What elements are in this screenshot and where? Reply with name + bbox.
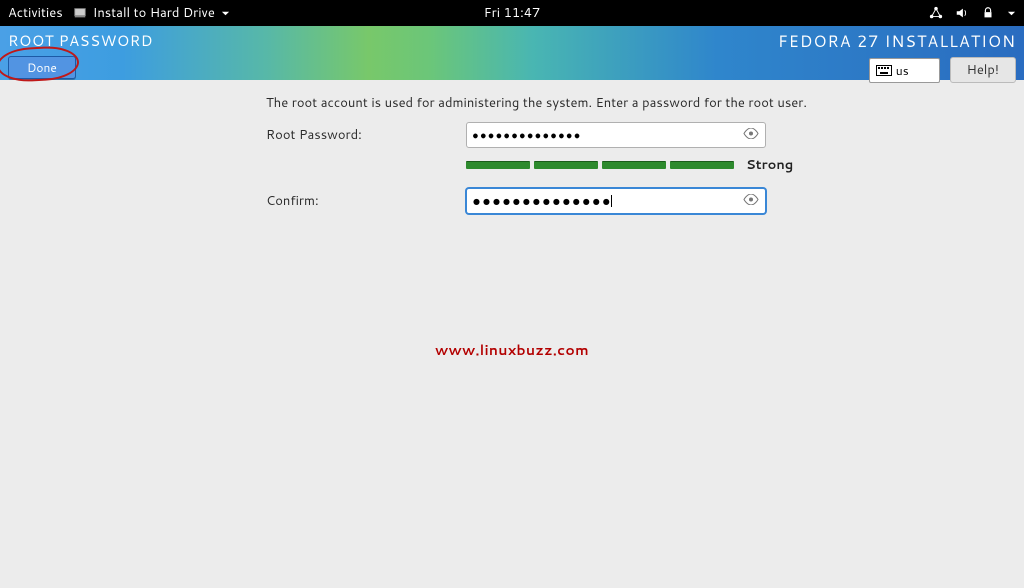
root-password-label: Root Password:	[266, 126, 466, 144]
keyboard-layout-indicator[interactable]: us	[869, 58, 940, 83]
password-strength-meter	[466, 161, 734, 169]
clock[interactable]: Fri 11:47	[484, 4, 541, 22]
confirm-password-value: ●●●●●●●●●●●●●●	[473, 195, 743, 208]
watermark-text: www.linuxbuzz.com	[435, 340, 589, 360]
activities-button[interactable]: Activities	[8, 4, 63, 22]
network-icon[interactable]	[929, 6, 943, 20]
text-cursor	[611, 195, 612, 207]
caret-down-icon	[221, 9, 230, 18]
lock-icon[interactable]	[981, 6, 995, 20]
root-password-value: ●●●●●●●●●●●●●●	[473, 131, 743, 140]
power-caret-icon[interactable]	[1007, 9, 1016, 18]
confirm-password-field[interactable]: ●●●●●●●●●●●●●●	[466, 188, 766, 214]
reveal-password-icon[interactable]	[743, 126, 759, 144]
confirm-password-label: Confirm:	[266, 192, 466, 210]
intro-text: The root account is used for administeri…	[266, 94, 1004, 112]
reveal-confirm-icon[interactable]	[743, 192, 759, 210]
installer-name: FEDORA 27 INSTALLATION	[778, 30, 1016, 53]
keyboard-icon	[876, 65, 892, 76]
gnome-top-bar: Activities Install to Hard Drive Fri 11:…	[0, 0, 1024, 26]
content-area: The root account is used for administeri…	[0, 80, 1024, 588]
root-password-field[interactable]: ●●●●●●●●●●●●●●	[466, 122, 766, 148]
page-title: ROOT PASSWORD	[8, 30, 153, 51]
drive-icon	[73, 6, 87, 20]
anaconda-header: ROOT PASSWORD Done FEDORA 27 INSTALLATIO…	[0, 26, 1024, 80]
password-strength-label: Strong	[746, 156, 793, 174]
volume-icon[interactable]	[955, 6, 969, 20]
done-button[interactable]: Done	[8, 56, 76, 79]
keyboard-layout-label: us	[896, 62, 909, 79]
active-app-name: Install to Hard Drive	[93, 4, 215, 22]
active-app-indicator[interactable]: Install to Hard Drive	[73, 4, 230, 22]
